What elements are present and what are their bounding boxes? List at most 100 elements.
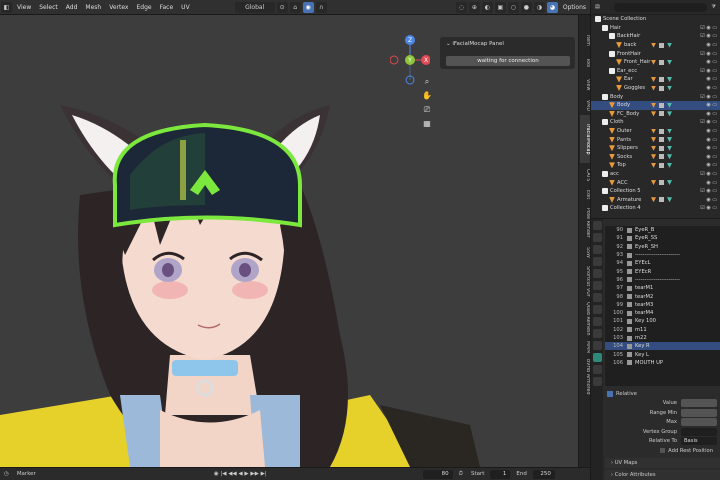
- vertex-group-field[interactable]: [681, 427, 717, 436]
- shape-key-row[interactable]: 100 tearM4: [605, 309, 720, 317]
- tool-props-icon[interactable]: [592, 221, 602, 230]
- relative-to-field[interactable]: Basis: [681, 437, 717, 446]
- range-min-field[interactable]: [681, 408, 717, 417]
- tab-cats[interactable]: CATS: [580, 165, 590, 185]
- transform-orientation-dropdown[interactable]: Global: [234, 1, 275, 13]
- world-props-icon[interactable]: [592, 281, 602, 290]
- shape-key-row[interactable]: 95 EYEcR: [605, 267, 720, 275]
- exclude-checkbox-icon[interactable]: ◉ ▭: [706, 162, 717, 168]
- object-data-icons[interactable]: [651, 128, 672, 134]
- outliner-row[interactable]: FrontHair ☑ ◉ ▭: [591, 49, 720, 58]
- shape-key-row[interactable]: 101 Key 100: [605, 317, 720, 325]
- shape-key-row[interactable]: 103 m22: [605, 334, 720, 342]
- scene-collection-row[interactable]: Scene Collection: [591, 15, 720, 24]
- options-menu[interactable]: Options: [559, 4, 590, 11]
- object-data-icons[interactable]: [651, 145, 672, 151]
- object-data-icons[interactable]: [651, 197, 672, 203]
- shape-key-row[interactable]: 106 MOUTH UP: [605, 359, 720, 367]
- color-attributes-panel[interactable]: › Color Attributes: [605, 469, 720, 480]
- tab-vmd[interactable]: VMD: [580, 97, 590, 115]
- outliner-row[interactable]: Front_Hair ◉ ▭: [591, 58, 720, 67]
- tab-ssw[interactable]: SSW: [580, 243, 590, 261]
- tab-shortcut[interactable]: Shortcut VUr: [580, 263, 590, 299]
- exclude-checkbox-icon[interactable]: ☑ ◉ ▭: [700, 25, 717, 31]
- shading-rendered-icon[interactable]: ◕: [546, 1, 558, 13]
- texture-props-icon[interactable]: [592, 377, 602, 386]
- menu-face[interactable]: Face: [156, 4, 178, 11]
- exclude-checkbox-icon[interactable]: ☑ ◉ ▭: [700, 51, 717, 57]
- uv-maps-panel[interactable]: › UV Maps: [605, 457, 720, 468]
- outliner-row[interactable]: Ear ◉ ▭: [591, 75, 720, 84]
- outliner-row[interactable]: Goggles ◉ ▭: [591, 84, 720, 93]
- value-field[interactable]: [681, 399, 717, 408]
- render-props-icon[interactable]: [592, 233, 602, 242]
- outliner-row[interactable]: ACC ◉ ▭: [591, 178, 720, 187]
- exclude-checkbox-icon[interactable]: ◉ ▭: [706, 59, 717, 65]
- object-data-icons[interactable]: [651, 111, 672, 117]
- shape-key-row[interactable]: 93 ------------------------: [605, 251, 720, 259]
- outliner-row[interactable]: Collection 5 ☑ ◉ ▭: [591, 187, 720, 196]
- playback-controls[interactable]: ◉ |◀ ◀◀ ◀ ▶ ▶▶ ▶|: [210, 471, 271, 477]
- outliner-row[interactable]: Ear_ecc ☑ ◉ ▭: [591, 67, 720, 76]
- exclude-checkbox-icon[interactable]: ◉ ▭: [706, 137, 717, 143]
- tab-quad-remesh[interactable]: Quad Remesh: [580, 301, 590, 337]
- scene-props-icon[interactable]: [592, 269, 602, 278]
- exclude-checkbox-icon[interactable]: ◉ ▭: [706, 180, 717, 186]
- end-frame-field[interactable]: 250: [532, 469, 555, 479]
- add-rest-checkbox[interactable]: [660, 448, 666, 454]
- outliner-row[interactable]: Cloth ☑ ◉ ▭: [591, 118, 720, 127]
- exclude-checkbox-icon[interactable]: ☑ ◉ ▭: [700, 205, 717, 211]
- object-data-icons[interactable]: [651, 59, 672, 65]
- particles-props-icon[interactable]: [592, 317, 602, 326]
- shape-key-row[interactable]: 90 EyeR_B: [605, 226, 720, 234]
- tab-pose-render[interactable]: Pose Render: [580, 205, 590, 241]
- physics-props-icon[interactable]: [592, 329, 602, 338]
- output-props-icon[interactable]: [592, 245, 602, 254]
- shape-key-row[interactable]: 102 m11: [605, 326, 720, 334]
- filter-icon[interactable]: ⧩: [711, 4, 716, 11]
- shape-key-row[interactable]: 91 EyeR_SS: [605, 234, 720, 242]
- shading-material-icon[interactable]: ◑: [533, 1, 545, 13]
- exclude-checkbox-icon[interactable]: ☑ ◉ ▭: [700, 33, 717, 39]
- object-data-icons[interactable]: [651, 137, 672, 143]
- outliner-row[interactable]: Armature ◉ ▭: [591, 195, 720, 204]
- constraints-props-icon[interactable]: [592, 341, 602, 350]
- shape-key-row[interactable]: 99 tearM3: [605, 301, 720, 309]
- exclude-checkbox-icon[interactable]: ◉ ▭: [706, 197, 717, 203]
- shape-key-row[interactable]: 94 EYEcL: [605, 259, 720, 267]
- tab-item[interactable]: Item: [580, 29, 590, 51]
- zoom-icon[interactable]: ⌕: [422, 77, 432, 87]
- exclude-checkbox-icon[interactable]: ◉ ▭: [706, 145, 717, 151]
- modifier-props-icon[interactable]: [592, 305, 602, 314]
- 3d-viewport[interactable]: Z X Y ⌕ ✋ ⎚ ▦ ⌄ iFacialMocap Panel waiti…: [0, 15, 578, 467]
- outliner-row[interactable]: back ◉ ▭: [591, 41, 720, 50]
- camera-view-icon[interactable]: ⎚: [422, 105, 432, 115]
- timer-icon[interactable]: ⏱: [455, 471, 467, 478]
- object-data-icons[interactable]: [651, 85, 672, 91]
- exclude-checkbox-icon[interactable]: ☑ ◉ ▭: [700, 94, 717, 100]
- outliner-display-icon[interactable]: ▤: [595, 4, 600, 10]
- menu-mesh[interactable]: Mesh: [81, 4, 105, 11]
- object-data-icons[interactable]: [651, 154, 672, 160]
- menu-vertex[interactable]: Vertex: [105, 4, 132, 11]
- timeline-marker-menu[interactable]: Marker: [13, 471, 40, 477]
- tab-edit[interactable]: Edit: [580, 187, 590, 203]
- exclude-checkbox-icon[interactable]: ◉ ▭: [706, 154, 717, 160]
- menu-view[interactable]: View: [13, 4, 35, 11]
- tab-ifacialmocap[interactable]: iFacialMocap: [580, 115, 590, 163]
- tab-mmm[interactable]: MMM: [580, 339, 590, 355]
- outliner-row[interactable]: FC_Body ◉ ▭: [591, 110, 720, 119]
- object-data-icons[interactable]: [651, 76, 672, 82]
- relative-checkbox-row[interactable]: Relative: [605, 389, 720, 399]
- tab-bvhb[interactable]: BVHB Armored: [580, 357, 590, 397]
- outliner-row[interactable]: Slippers ◉ ▭: [591, 144, 720, 153]
- shape-key-row[interactable]: 92 EyeR_SH: [605, 243, 720, 251]
- shading-solid-icon[interactable]: ●: [520, 1, 532, 13]
- xray-icon[interactable]: ▣: [494, 1, 506, 13]
- exclude-checkbox-icon[interactable]: ◉ ▭: [706, 128, 717, 134]
- outliner-row[interactable]: Socks ◉ ▭: [591, 153, 720, 162]
- pivot-icon[interactable]: ⊙: [276, 1, 288, 13]
- material-props-icon[interactable]: [592, 365, 602, 374]
- outliner-row[interactable]: Top ◉ ▭: [591, 161, 720, 170]
- editor-type-icon[interactable]: ◧: [1, 1, 12, 13]
